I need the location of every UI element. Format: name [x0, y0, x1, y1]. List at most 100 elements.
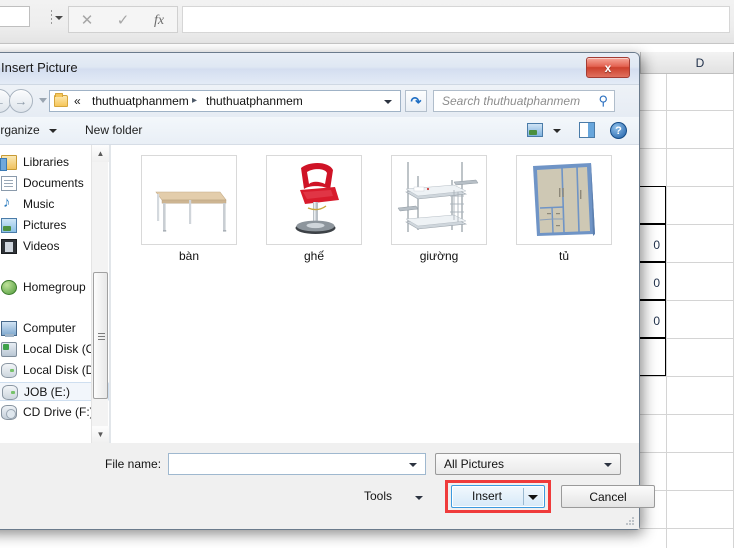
local-disk-d-icon	[1, 363, 17, 378]
chair-thumbnail	[266, 155, 362, 245]
insert-function-fx-icon[interactable]: fx	[141, 10, 177, 31]
cancel-button[interactable]: Cancel	[561, 485, 655, 508]
scrollbar-thumb[interactable]	[93, 272, 108, 399]
insert-picture-dialog: Insert Picture x ← → « thuthuatphanmem ▸…	[0, 52, 655, 530]
computer-icon	[1, 321, 17, 337]
search-magnifier-icon: ⚲	[598, 93, 608, 108]
navigation-bar: ← → « thuthuatphanmem ▸ thuthuatphanmem …	[0, 85, 639, 117]
sidebar-item-label: Videos	[23, 239, 60, 253]
tools-button[interactable]: Tools	[364, 489, 392, 503]
resize-grip-icon[interactable]	[625, 516, 635, 526]
help-question-icon[interactable]: ?	[610, 122, 627, 139]
dialog-title-bar[interactable]: Insert Picture x	[0, 53, 639, 85]
cancel-x-icon[interactable]: ✕	[69, 10, 105, 31]
sidebar-item-label: CD Drive (F:)	[23, 405, 94, 419]
libraries-icon	[0, 155, 17, 171]
address-chevron-down-icon[interactable]	[384, 100, 392, 104]
sidebar-item-label: Documents	[23, 176, 84, 190]
chair-image	[295, 162, 339, 234]
videos-icon	[1, 239, 17, 254]
grid-row-line	[640, 110, 734, 111]
insert-button-label: Insert	[471, 489, 502, 503]
breadcrumb-overflow[interactable]: «	[74, 94, 81, 108]
desk-image	[155, 191, 227, 232]
sidebar-item-label: Music	[23, 197, 55, 211]
excel-formula-bar: ✕ ✓ fx	[0, 0, 734, 44]
wardrobe-thumbnail	[516, 155, 612, 245]
forward-button[interactable]: →	[9, 89, 33, 113]
file-name-input[interactable]	[168, 453, 426, 475]
insert-split-divider	[523, 488, 524, 505]
new-folder-button[interactable]: New folder	[85, 123, 142, 137]
preview-pane-icon[interactable]	[579, 122, 595, 138]
enter-check-icon[interactable]: ✓	[105, 10, 141, 31]
file-name-label: File name:	[105, 457, 162, 471]
breadcrumb-separator-icon: ▸	[192, 95, 198, 106]
desk-thumbnail	[141, 155, 237, 245]
wardrobe-image	[533, 163, 595, 236]
column-header-d[interactable]: D	[666, 52, 734, 74]
search-box[interactable]: Search thuthuatphanmem ⚲	[433, 90, 615, 112]
pictures-icon	[1, 218, 17, 233]
grid-row-line	[640, 452, 734, 453]
name-box[interactable]	[0, 6, 30, 27]
sidebar-item-label: Local Disk (C:)	[23, 342, 102, 356]
grid-row-line	[640, 376, 734, 377]
documents-icon	[1, 176, 17, 191]
dialog-footer: File name: All Pictures Tools Insert Can…	[0, 443, 655, 529]
grid-row-line	[640, 414, 734, 415]
file-type-select[interactable]: All Pictures	[435, 453, 621, 475]
sidebar-item-label: JOB (E:)	[24, 385, 71, 399]
file-name-label: bàn	[178, 249, 200, 263]
refresh-button[interactable]: ↷	[405, 90, 427, 112]
file-name-label: ghế	[303, 249, 325, 263]
sidebar-item-label: Homegroup	[23, 280, 86, 294]
breadcrumb-item-1[interactable]: thuthuatphanmem	[206, 94, 303, 108]
insert-button[interactable]: Insert	[451, 485, 545, 508]
file-name-label: giường	[419, 249, 459, 263]
file-list[interactable]: bàn ghế giường tủ	[111, 145, 639, 443]
recent-locations-chevron-down-icon[interactable]	[39, 98, 47, 103]
insert-chevron-down-icon[interactable]	[528, 495, 538, 500]
change-view-chevron-down-icon[interactable]	[553, 129, 561, 133]
formula-bar-grip[interactable]	[51, 10, 52, 24]
dialog-title: Insert Picture	[1, 60, 78, 75]
search-input[interactable]: Search thuthuatphanmem	[442, 94, 580, 108]
organize-button[interactable]: Organize	[0, 123, 40, 137]
dialog-body: Libraries Documents Music Pictures Video…	[0, 145, 639, 443]
file-name-label: tủ	[558, 249, 569, 263]
file-name-chevron-down-icon[interactable]	[409, 463, 417, 467]
local-disk-c-icon	[1, 342, 17, 357]
column-header-c-partial[interactable]	[640, 52, 667, 74]
formula-bar-buttons: ✕ ✓ fx	[68, 6, 178, 33]
sidebar-item-label: Libraries	[23, 155, 70, 169]
name-box-chevron-down-icon[interactable]	[55, 16, 63, 20]
folder-icon	[54, 93, 68, 107]
change-view-icon[interactable]	[527, 123, 543, 137]
navigation-pane: Libraries Documents Music Pictures Video…	[0, 145, 109, 443]
address-bar[interactable]: « thuthuatphanmem ▸ thuthuatphanmem	[49, 90, 401, 112]
dialog-toolbar: Organize New folder ?	[0, 117, 639, 145]
file-type-chevron-down-icon[interactable]	[604, 463, 612, 467]
job-drive-e-icon	[2, 385, 18, 400]
sidebar-item-label: Local Disk (D:)	[23, 363, 102, 377]
bunkbed-image	[397, 162, 479, 232]
grid-row-line	[640, 528, 734, 529]
organize-chevron-down-icon[interactable]	[49, 129, 57, 133]
navigation-pane-scrollbar[interactable]: ▲ ▼	[91, 145, 109, 443]
sidebar-item-label: Computer	[23, 321, 76, 335]
music-icon	[1, 194, 17, 212]
close-icon[interactable]: x	[586, 57, 630, 78]
scroll-down-arrow-icon[interactable]: ▼	[92, 426, 109, 443]
formula-input[interactable]	[182, 6, 730, 33]
grid-row-line	[640, 148, 734, 149]
back-arrow-icon: ←	[0, 95, 6, 108]
cd-drive-f-icon	[1, 405, 17, 420]
tools-chevron-down-icon[interactable]	[415, 496, 423, 500]
sidebar-item-label: Pictures	[23, 218, 67, 232]
bunkbed-thumbnail	[391, 155, 487, 245]
homegroup-icon	[1, 280, 17, 295]
breadcrumb-item-0[interactable]: thuthuatphanmem	[92, 94, 189, 108]
file-type-value: All Pictures	[444, 457, 505, 471]
scroll-up-arrow-icon[interactable]: ▲	[92, 145, 109, 162]
